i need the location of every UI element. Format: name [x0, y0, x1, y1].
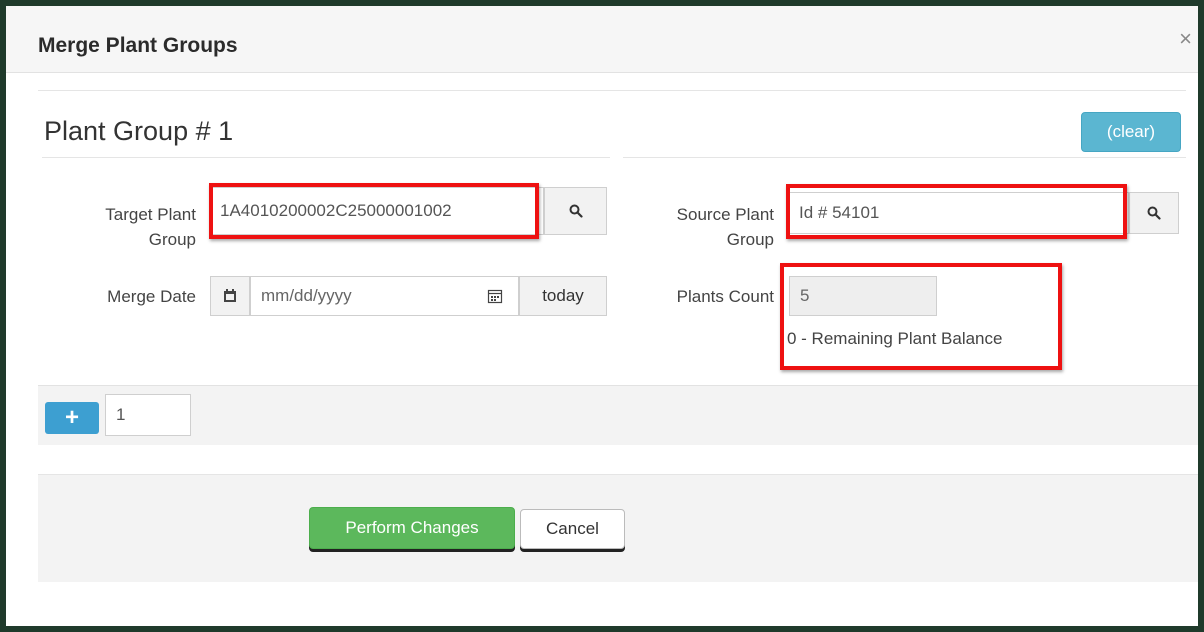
target-plant-group-label: Target Plant Group [105, 205, 196, 249]
merge-date-input[interactable]: mm/dd/yyyy [250, 276, 519, 316]
source-search-button[interactable] [1129, 192, 1179, 234]
modal-header: Merge Plant Groups × [6, 6, 1198, 73]
divider-left [42, 157, 610, 158]
perform-changes-button[interactable]: Perform Changes [309, 507, 515, 549]
modal-title: Merge Plant Groups [38, 34, 238, 57]
calendar-addon [210, 276, 250, 316]
date-picker-icon[interactable] [487, 288, 503, 309]
plants-count-highlight-box [780, 263, 1062, 370]
search-icon [1147, 206, 1161, 220]
cancel-button[interactable]: Cancel [520, 509, 625, 549]
clear-button[interactable]: (clear) [1081, 112, 1181, 152]
merge-date-label: Merge Date [107, 287, 196, 306]
target-search-button[interactable] [544, 187, 607, 235]
plants-count-label: Plants Count [676, 287, 774, 306]
calendar-icon [224, 289, 236, 302]
add-row-bar [38, 385, 1198, 445]
search-icon [569, 204, 583, 218]
source-highlight-box [786, 184, 1127, 239]
close-icon[interactable]: × [1179, 28, 1192, 50]
merge-plant-groups-dialog: Merge Plant Groups × Plant Group # 1 (cl… [6, 6, 1198, 626]
source-plant-group-label: Source Plant Group [676, 205, 774, 249]
plant-group-title: Plant Group # 1 [44, 116, 234, 146]
today-button[interactable]: today [519, 276, 607, 316]
divider [38, 90, 1186, 91]
divider-right [623, 157, 1186, 158]
group-count-input[interactable]: 1 [105, 394, 191, 436]
target-highlight-box [209, 183, 539, 239]
add-plant-group-button[interactable]: + [45, 402, 99, 434]
